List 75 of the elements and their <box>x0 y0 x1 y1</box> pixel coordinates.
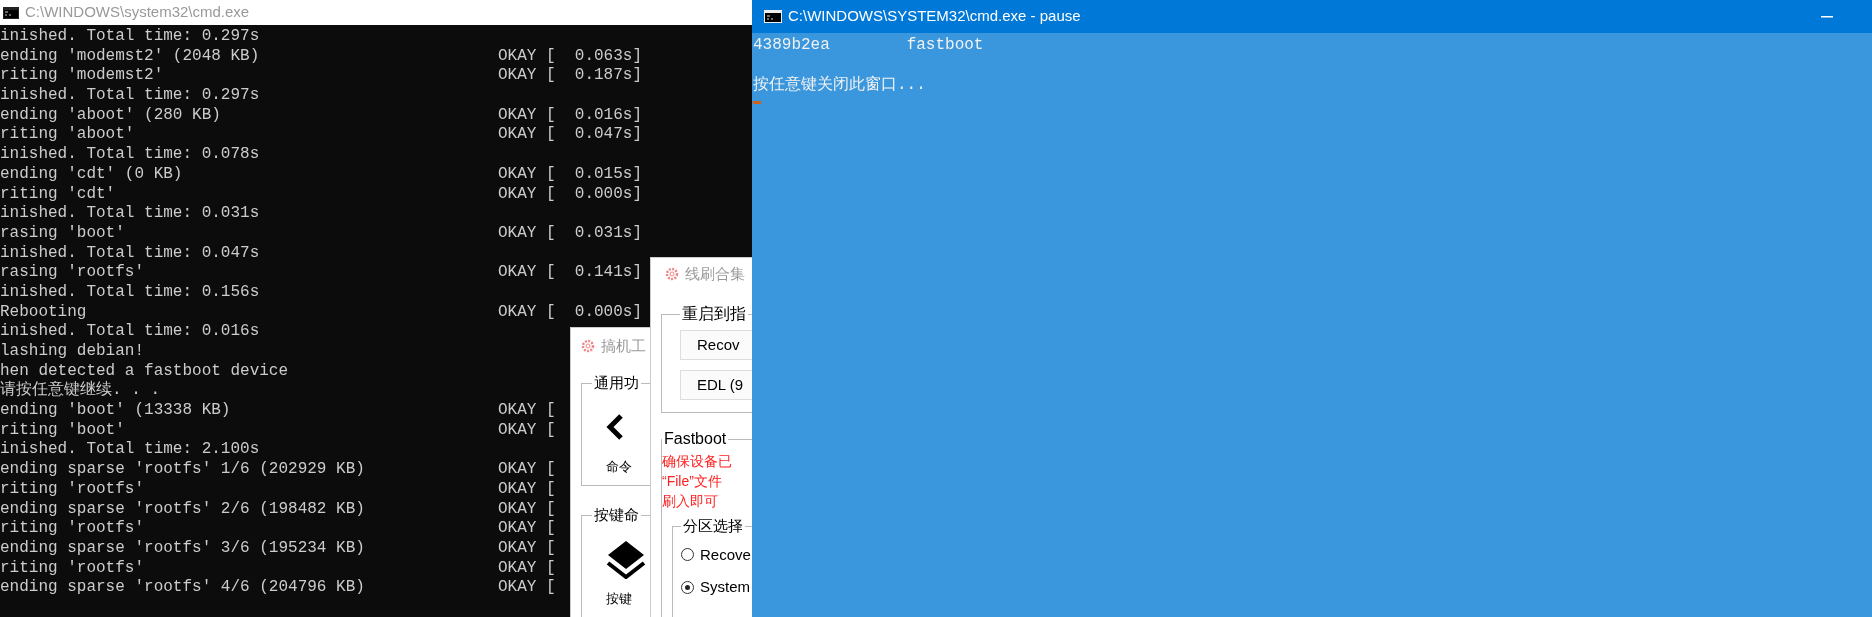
console-line: lashing debian! <box>0 342 146 362</box>
status-text: OKAY [ <box>498 558 556 579</box>
console-line: riting 'modemst2' <box>0 66 165 87</box>
console-icon <box>3 6 19 19</box>
status-text: OKAY [ 0.031s] <box>498 223 643 244</box>
warning-text: 刷入即可 <box>662 492 719 511</box>
chevron-left-icon <box>606 412 624 441</box>
status-text: OKAY [ <box>498 420 556 441</box>
window-title: C:\WINDOWS\SYSTEM32\cmd.exe - pause <box>788 6 1081 27</box>
status-text: OKAY [ <box>498 519 556 539</box>
console-line: Rebooting <box>0 302 88 323</box>
console-line: inished. Total time: 0.047s <box>0 243 261 264</box>
gear-icon <box>665 267 679 281</box>
console-line: inished. Total time: 0.031s <box>0 204 261 224</box>
gear-icon <box>581 339 595 353</box>
window-title: C:\WINDOWS\system32\cmd.exe <box>25 2 250 23</box>
status-text: OKAY [ 0.000s] <box>498 302 643 323</box>
window-title: 搞机工 <box>601 335 646 356</box>
console-line: ending 'modemst2' (2048 KB) <box>0 46 261 67</box>
console-line: rasing 'boot' <box>0 223 126 244</box>
reboot-button[interactable]: Recov <box>680 330 752 360</box>
console-line: riting 'rootfs' <box>0 519 146 539</box>
status-text: OKAY [ 0.141s] <box>498 263 643 283</box>
status-text: OKAY [ <box>498 401 556 421</box>
console-line: inished. Total time: 0.156s <box>0 282 261 303</box>
console-line: inished. Total time: 0.297s <box>0 86 261 106</box>
console-line: ending sparse 'rootfs' 2/6 (198482 KB) <box>0 499 366 520</box>
status-text: OKAY [ 0.063s] <box>498 46 643 67</box>
layers-icon <box>606 538 646 579</box>
option-label: Recove <box>700 544 751 565</box>
console-line: ending 'aboot' (280 KB) <box>0 105 222 126</box>
console-line: riting 'rootfs' <box>0 479 146 500</box>
minimize-icon <box>1821 15 1833 18</box>
status-text: OKAY [ <box>498 479 556 500</box>
console-line: ending sparse 'rootfs' 1/6 (202929 KB) <box>0 460 366 480</box>
console-line: ending 'boot' (13338 KB) <box>0 401 232 421</box>
status-text: OKAY [ 0.000s] <box>498 184 643 205</box>
group-label: 分区选择 <box>682 516 744 536</box>
group-label: Fastboot <box>663 429 728 449</box>
status-text: OKAY [ 0.015s] <box>498 164 643 185</box>
group-label: 通用功 <box>593 373 640 393</box>
status-text: OKAY [ <box>498 578 556 598</box>
console-line: ending sparse 'rootfs' 4/6 (204796 KB) <box>0 578 366 598</box>
console-line: inished. Total time: 0.016s <box>0 322 261 342</box>
console-line: ending 'cdt' (0 KB) <box>0 164 184 185</box>
console-line: inished. Total time: 2.100s <box>0 440 261 461</box>
console-line: riting 'aboot' <box>0 125 136 146</box>
status-text: OKAY [ <box>498 538 556 559</box>
status-text: OKAY [ 0.016s] <box>498 105 643 126</box>
tool-label: 命令 <box>606 457 632 476</box>
status-text: OKAY [ <box>498 460 556 480</box>
console-icon <box>764 10 782 23</box>
console-line: hen detected a fastboot device <box>0 361 290 380</box>
console-line: riting 'rootfs' <box>0 558 146 579</box>
option-label: System <box>700 577 750 597</box>
status-text: OKAY [ 0.187s] <box>498 66 643 87</box>
console-line: inished. Total time: 0.078s <box>0 145 261 165</box>
console-line: riting 'boot' <box>0 420 126 441</box>
text-cursor <box>753 101 761 104</box>
warning-text: “File”文件 <box>662 472 723 491</box>
group-label: 按键命 <box>593 505 640 525</box>
group-label: 重启到指 <box>681 304 747 324</box>
status-text: OKAY [ 0.047s] <box>498 125 643 146</box>
console-line: ending sparse 'rootfs' 3/6 (195234 KB) <box>0 538 366 559</box>
console-line: 4389b2ea fastboot <box>753 35 985 55</box>
console-line: inished. Total time: 0.297s <box>0 27 261 47</box>
tool-label: 按键 <box>606 589 632 608</box>
status-text: OKAY [ <box>498 499 556 520</box>
warning-text: 确保设备已 <box>662 452 733 471</box>
console-line: 按任意键关闭此窗口... <box>753 75 927 95</box>
console-line: 请按任意键继续. . . <box>0 381 161 402</box>
console-line: rasing 'rootfs' <box>0 263 146 283</box>
reboot-button[interactable]: EDL (9 <box>680 370 752 400</box>
window-title: 线刷合集 <box>685 263 745 284</box>
console-line: riting 'cdt' <box>0 184 117 205</box>
